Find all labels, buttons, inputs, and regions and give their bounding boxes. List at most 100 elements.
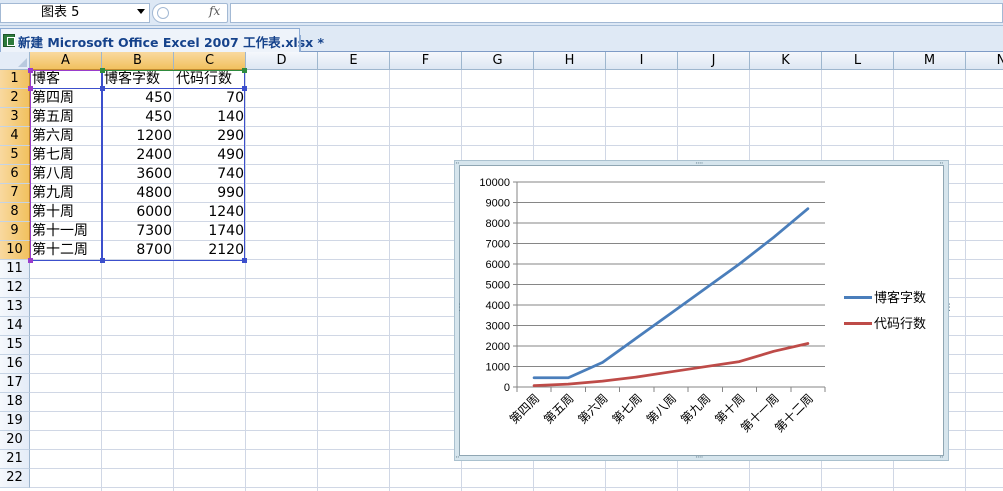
cell-b3[interactable]: 450 — [102, 108, 174, 127]
cell-b6[interactable]: 3600 — [102, 165, 174, 184]
cell-c6[interactable]: 740 — [174, 165, 246, 184]
row-header-3[interactable]: 3 — [0, 108, 30, 127]
x-tick-label: 第五周 — [541, 391, 576, 426]
chart-resize-handle-corner[interactable]: ·· — [939, 454, 944, 463]
cell-a4[interactable]: 第六周 — [30, 127, 112, 146]
cell-a7[interactable]: 第九周 — [30, 184, 112, 203]
row-header-16[interactable]: 16 — [0, 355, 30, 374]
row-header-9[interactable]: 9 — [0, 222, 30, 241]
cell-c2[interactable]: 70 — [174, 89, 246, 108]
cell-c8[interactable]: 1240 — [174, 203, 246, 222]
row-header-1[interactable]: 1 — [0, 70, 30, 89]
column-header-k[interactable]: K — [750, 52, 822, 70]
cell-b5[interactable]: 2400 — [102, 146, 174, 165]
row-header-8[interactable]: 8 — [0, 203, 30, 222]
chevron-down-icon[interactable] — [137, 9, 145, 14]
row-header-13[interactable]: 13 — [0, 298, 30, 317]
row-header-5[interactable]: 5 — [0, 146, 30, 165]
y-tick-label: 4000 — [486, 300, 510, 312]
chart-resize-handle-right[interactable]: ⋮ — [945, 304, 954, 313]
cell-b10[interactable]: 8700 — [102, 241, 174, 260]
chart-area[interactable]: 0 1000 2000 3000 4000 5000 6000 7000 8000 9000 100… — [459, 165, 944, 456]
cell-b1[interactable]: 博客字数 — [102, 70, 174, 89]
data-point — [635, 336, 638, 339]
cell-b4[interactable]: 1200 — [102, 127, 174, 146]
row-header-6[interactable]: 6 — [0, 165, 30, 184]
excel-file-icon — [3, 34, 15, 47]
workbook-tab[interactable]: 新建 Microsoft Office Excel 2007 工作表.xlsx … — [0, 28, 324, 53]
cell-c9[interactable]: 1740 — [174, 222, 246, 241]
data-point — [669, 370, 673, 373]
row-header-21[interactable]: 21 — [0, 450, 30, 469]
excel-window: 图表 5 fx 新建 Microsoft Office Excel 2007 工… — [0, 0, 1003, 491]
cell-c10[interactable]: 2120 — [174, 241, 246, 260]
cell-a3[interactable]: 第五周 — [30, 108, 112, 127]
data-point — [601, 379, 604, 383]
column-header-i[interactable]: I — [606, 52, 678, 70]
workbook-title-strip: 新建 Microsoft Office Excel 2007 工作表.xlsx … — [0, 26, 1003, 53]
row-header-7[interactable]: 7 — [0, 184, 30, 203]
cell-c3[interactable]: 140 — [174, 108, 246, 127]
row-header-4[interactable]: 4 — [0, 127, 30, 146]
cell-c7[interactable]: 990 — [174, 184, 246, 203]
chart-resize-handle-corner[interactable]: ·· — [455, 160, 460, 169]
y-tick-label: 10000 — [479, 177, 510, 189]
column-header-m[interactable]: M — [894, 52, 966, 70]
row-header-11[interactable]: 11 — [0, 260, 30, 279]
cell-a2[interactable]: 第四周 — [30, 89, 112, 108]
row-header-10[interactable]: 10 — [0, 241, 30, 260]
insert-function-button[interactable]: fx — [209, 4, 220, 18]
data-point — [532, 384, 536, 387]
data-point — [635, 375, 638, 379]
formula-input[interactable] — [230, 3, 1003, 23]
column-header-g[interactable]: G — [462, 52, 534, 70]
row-header-20[interactable]: 20 — [0, 431, 30, 450]
legend-swatch-series-2 — [844, 322, 872, 325]
row-header-22[interactable]: 22 — [0, 469, 30, 488]
row-header-14[interactable]: 14 — [0, 317, 30, 336]
chart-resize-handle-top[interactable]: ···· — [695, 160, 704, 169]
row-header-15[interactable]: 15 — [0, 336, 30, 355]
chart-resize-handle-corner[interactable]: ·· — [939, 160, 944, 169]
y-tick-label: 3000 — [486, 321, 510, 333]
cell-c1[interactable]: 代码行数 — [174, 70, 246, 89]
y-tick-label: 6000 — [486, 259, 510, 271]
line-chart[interactable]: 0 1000 2000 3000 4000 5000 6000 7000 8000 9000 100… — [455, 160, 954, 463]
row-header-19[interactable]: 19 — [0, 412, 30, 431]
column-header-e[interactable]: E — [318, 52, 390, 70]
x-tick-label: 第四周 — [507, 391, 542, 426]
cell-b8[interactable]: 6000 — [102, 203, 174, 222]
column-header-c[interactable]: C — [174, 52, 246, 70]
cell-a9[interactable]: 第十一周 — [30, 222, 112, 241]
cell-b2[interactable]: 450 — [102, 89, 174, 108]
cell-a10[interactable]: 第十二周 — [30, 241, 112, 260]
column-header-n[interactable]: N — [966, 52, 1003, 70]
column-header-a[interactable]: A — [30, 52, 102, 70]
row-header-17[interactable]: 17 — [0, 374, 30, 393]
expand-circle-icon[interactable] — [157, 7, 169, 19]
name-box[interactable]: 图表 5 — [0, 3, 150, 23]
cell-a8[interactable]: 第十周 — [30, 203, 112, 222]
cell-a5[interactable]: 第七周 — [30, 146, 112, 165]
column-header-j[interactable]: J — [678, 52, 750, 70]
cell-b7[interactable]: 4800 — [102, 184, 174, 203]
column-header-d[interactable]: D — [246, 52, 318, 70]
row-header-12[interactable]: 12 — [0, 279, 30, 298]
x-tick-label: 第七周 — [610, 391, 645, 426]
column-header-f[interactable]: F — [390, 52, 462, 70]
column-header-b[interactable]: B — [102, 52, 174, 70]
cell-c4[interactable]: 290 — [174, 127, 246, 146]
row-header-2[interactable]: 2 — [0, 89, 30, 108]
chart-resize-handle-bottom[interactable]: ···· — [695, 454, 704, 463]
chart-resize-handle-corner[interactable]: ·· — [455, 454, 460, 463]
select-all-button[interactable] — [0, 52, 30, 70]
column-header-h[interactable]: H — [534, 52, 606, 70]
row-header-18[interactable]: 18 — [0, 393, 30, 412]
chart-resize-handle-left[interactable]: ⋮ — [455, 304, 464, 313]
column-header-l[interactable]: L — [822, 52, 894, 70]
data-point — [772, 236, 775, 239]
cell-a6[interactable]: 第八周 — [30, 165, 112, 184]
cell-b9[interactable]: 7300 — [102, 222, 174, 241]
cell-a1[interactable]: 博客 — [30, 70, 112, 89]
cell-c5[interactable]: 490 — [174, 146, 246, 165]
